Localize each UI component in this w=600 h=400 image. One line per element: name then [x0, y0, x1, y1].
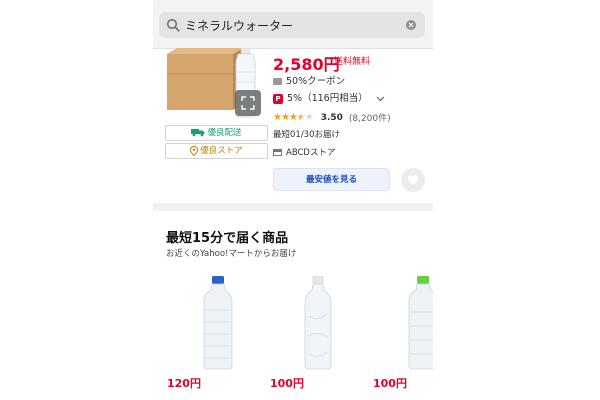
rating-row[interactable]: ★★★★★★ 3.50 (8,200件) [273, 111, 391, 124]
search-input[interactable]: ミネラルウォーター [185, 17, 293, 34]
store-icon [273, 149, 282, 156]
store-row[interactable]: ABCDストア [273, 146, 335, 158]
product-card[interactable]: 優良配送 優良ストア 2,580円 送料無料 50%クーポン P 5%（116円相… [153, 48, 433, 203]
product-item-image[interactable] [303, 276, 333, 370]
chevron-down-icon[interactable] [376, 96, 385, 102]
excellent-store-badge: 優良ストア [165, 143, 268, 159]
product-price: 2,580円 [273, 55, 340, 74]
product-item-image[interactable] [408, 276, 433, 370]
favorite-button[interactable] [401, 168, 425, 192]
see-cheapest-button[interactable]: 最安値を見る [273, 168, 390, 191]
heart-icon [407, 175, 419, 185]
delivery-date: 最短01/30お届け [273, 130, 340, 140]
free-shipping-label: 送料無料 [334, 57, 371, 67]
section-subtitle: お近くのYahoo!マートからお届け [166, 249, 297, 259]
excellent-shipping-badge: 優良配送 [165, 125, 268, 141]
product-item-image[interactable] [203, 276, 233, 370]
section-divider [153, 203, 433, 211]
item-price: 100円 [373, 377, 407, 390]
app-screen: ミネラルウォーター 優良配送 優良ストア 2,580円 送料無料 50%クーポン… [153, 0, 433, 400]
review-count: (8,200件) [348, 114, 391, 124]
search-header: ミネラルウォーター [153, 0, 433, 49]
paypay-points-icon: P [273, 93, 283, 104]
expand-icon[interactable] [235, 90, 261, 116]
item-price: 120円 [167, 377, 201, 390]
badge-store-label: 優良ストア [200, 146, 243, 156]
search-icon [166, 18, 180, 32]
rating-value: 3.50 [320, 112, 343, 123]
location-pin-icon [190, 145, 199, 156]
points-row[interactable]: P 5%（116円相当） [273, 90, 385, 104]
coupon-label: 50%クーポン [286, 76, 346, 87]
points-label: 5%（116円相当） [287, 93, 368, 104]
badge-shipping-label: 優良配送 [207, 128, 242, 138]
section-title: 最短15分で届く商品 [166, 231, 289, 246]
coupon-row[interactable]: 50%クーポン [273, 73, 345, 87]
truck-icon [191, 129, 205, 137]
item-price: 100円 [270, 377, 304, 390]
rating-stars: ★★★★★★ [273, 112, 314, 123]
coupon-icon [273, 78, 282, 85]
search-box[interactable]: ミネラルウォーター [159, 12, 425, 38]
store-name[interactable]: ABCDストア [286, 148, 335, 158]
clear-icon[interactable] [406, 20, 416, 30]
